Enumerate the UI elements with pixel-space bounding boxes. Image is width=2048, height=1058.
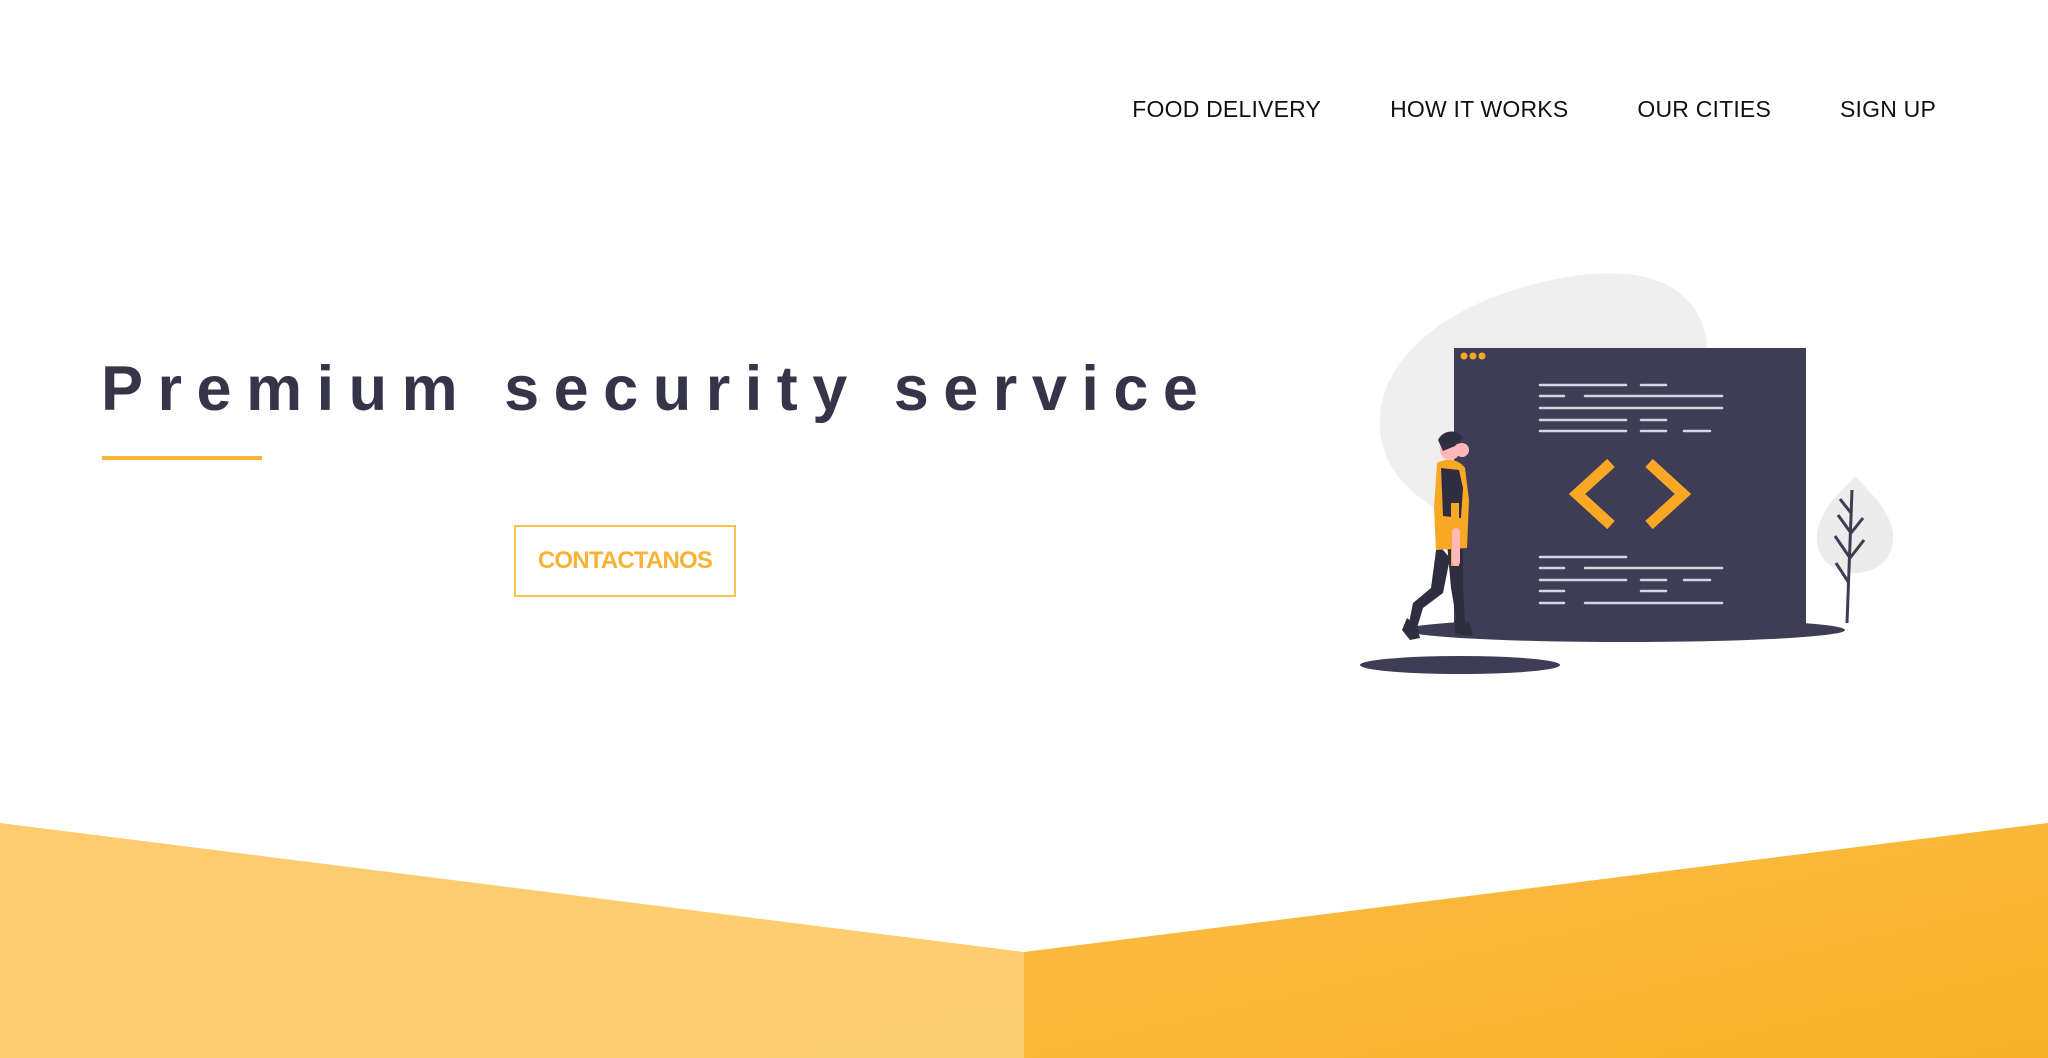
contact-button[interactable]: CONTACTANOS	[514, 525, 736, 597]
code-window-person-icon	[1360, 273, 1894, 674]
window-dot	[1478, 352, 1486, 360]
bottom-wave-band	[0, 823, 2048, 1058]
title-underline	[102, 456, 262, 460]
band-right	[1024, 823, 2048, 1058]
main-nav: FOOD DELIVERY HOW IT WORKS OUR CITIES SI…	[1132, 96, 1936, 123]
nav-item-how-it-works[interactable]: HOW IT WORKS	[1390, 96, 1568, 123]
code-window	[1454, 348, 1806, 626]
window-dot	[1460, 352, 1468, 360]
hero-title: Premium security service	[101, 354, 1213, 424]
band-left	[0, 823, 1024, 1058]
plant-leaf	[1816, 476, 1894, 573]
nav-item-sign-up[interactable]: SIGN UP	[1840, 96, 1936, 123]
window-dot	[1469, 352, 1477, 360]
nav-item-our-cities[interactable]: OUR CITIES	[1637, 96, 1771, 123]
nav-item-food-delivery[interactable]: FOOD DELIVERY	[1132, 96, 1321, 123]
person-shadow	[1360, 656, 1560, 674]
